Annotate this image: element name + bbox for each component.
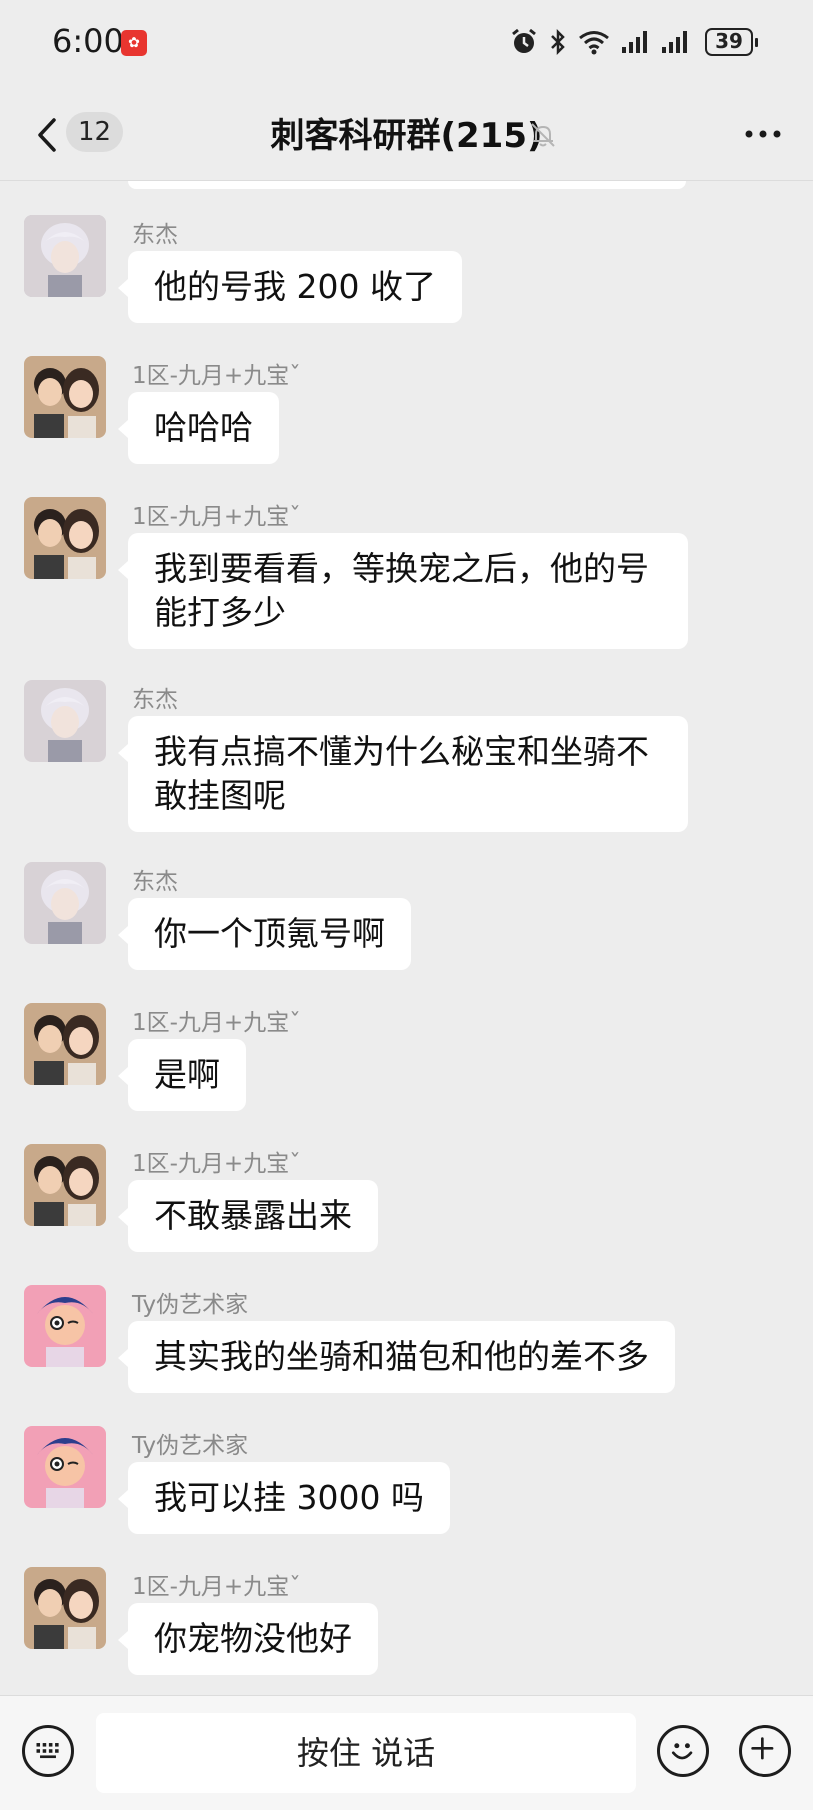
avatar[interactable] <box>24 1285 106 1367</box>
avatar[interactable] <box>24 1144 106 1226</box>
message-list[interactable]: 东杰 他的号我 200 收了 1区-九月+九宝ˇ 哈哈哈 1区-九月+九宝ˇ 我… <box>0 181 813 1695</box>
chat-title-text: 刺客科研群(215) <box>270 116 543 156</box>
avatar[interactable] <box>24 1426 106 1508</box>
sender-name: 东杰 <box>132 222 178 248</box>
chat-header: 12 刺客科研群(215) <box>0 90 813 181</box>
message-bubble[interactable]: 哈哈哈 <box>118 392 279 464</box>
keyboard-toggle-icon[interactable] <box>22 1725 74 1777</box>
back-arrow-icon[interactable] <box>28 112 68 158</box>
more-options-icon[interactable] <box>743 122 783 146</box>
message-bubble[interactable]: 你宠物没他好 <box>118 1603 378 1675</box>
status-bar: 6:00 ✿ 39 <box>0 0 813 90</box>
message-bubble[interactable]: 我到要看看，等换宠之后，他的号能打多少 <box>118 533 688 649</box>
message-bubble[interactable]: 不敢暴露出来 <box>118 1180 378 1252</box>
sender-name: 1区-九月+九宝ˇ <box>132 1010 301 1036</box>
sender-name: 1区-九月+九宝ˇ <box>132 504 301 530</box>
bluetooth-icon <box>551 28 565 56</box>
avatar[interactable] <box>24 1567 106 1649</box>
sender-name: 1区-九月+九宝ˇ <box>132 363 301 389</box>
sender-name: Ty伪艺术家 <box>132 1292 249 1318</box>
avatar[interactable] <box>24 680 106 762</box>
battery-indicator: 39 <box>705 28 758 56</box>
hold-to-talk-button[interactable]: 按住 说话 <box>96 1713 636 1793</box>
message-bubble[interactable]: 你一个顶氪号啊 <box>118 898 411 970</box>
sender-name: 东杰 <box>132 687 178 713</box>
status-time: 6:00 <box>52 22 124 60</box>
app-notification-icon: ✿ <box>121 30 147 56</box>
sender-name: 1区-九月+九宝ˇ <box>132 1151 301 1177</box>
input-bar: 按住 说话 <box>0 1695 813 1810</box>
wifi-icon <box>579 31 609 55</box>
signal-icon <box>622 31 647 53</box>
message-bubble[interactable]: 是啊 <box>118 1039 246 1111</box>
sender-name: 1区-九月+九宝ˇ <box>132 1574 301 1600</box>
add-plus-icon[interactable] <box>739 1725 791 1777</box>
message-bubble[interactable]: 他的号我 200 收了 <box>118 251 462 323</box>
emoji-icon[interactable] <box>657 1725 709 1777</box>
alarm-icon <box>512 28 536 53</box>
sender-name: 东杰 <box>132 869 178 895</box>
avatar[interactable] <box>24 215 106 297</box>
status-icons: 39 <box>509 24 758 60</box>
avatar[interactable] <box>24 1003 106 1085</box>
avatar[interactable] <box>24 497 106 579</box>
avatar[interactable] <box>24 862 106 944</box>
message-bubble[interactable]: 我可以挂 3000 吗 <box>118 1462 450 1534</box>
mute-bell-icon <box>531 123 555 147</box>
sender-name: Ty伪艺术家 <box>132 1433 249 1459</box>
message-bubble[interactable]: 我有点搞不懂为什么秘宝和坐骑不敢挂图呢 <box>118 716 688 832</box>
signal-icon-2 <box>662 31 687 53</box>
unread-count-badge[interactable]: 12 <box>66 112 124 152</box>
message-bubble[interactable]: 其实我的坐骑和猫包和他的差不多 <box>118 1321 675 1393</box>
avatar[interactable] <box>24 356 106 438</box>
previous-message-bubble <box>128 181 686 189</box>
